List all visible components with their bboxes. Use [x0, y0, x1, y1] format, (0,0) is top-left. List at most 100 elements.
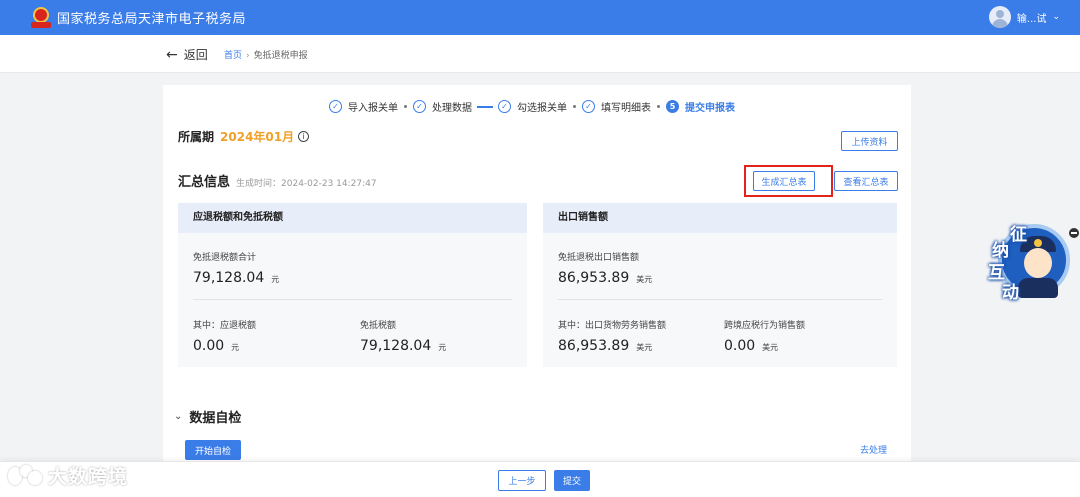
breadcrumb: 首页 › 免抵退税申报	[224, 48, 308, 61]
user-menu[interactable]: 输...试 ⌄	[988, 6, 1060, 28]
mascot-char: 动	[1002, 283, 1019, 303]
minimize-icon[interactable]	[1069, 228, 1079, 238]
chevron-down-icon: ⌄	[174, 411, 183, 422]
item-label: 其中：应退税额	[193, 321, 257, 331]
total-refund-item: 免抵退税额合计 79,128.04 元	[193, 250, 279, 286]
cross-border-item: 跨境应税行为销售额 0.00 美元	[724, 318, 805, 354]
watermark-logo-icon	[8, 463, 44, 489]
exempt-item: 免抵税额 79,128.04 元	[360, 318, 446, 354]
item-amount: 86,953.89 美元	[558, 270, 652, 286]
summary-title: 汇总信息	[178, 175, 231, 190]
period-label: 所属期	[178, 130, 215, 144]
refund-item: 其中：应退税额 0.00 元	[193, 318, 256, 354]
breadcrumb-separator: ›	[246, 51, 250, 61]
progress-steps: ✓ 导入报关单 ✓ 处理数据 ✓ 勾选报关单 ✓ 填写明细表 5 提交申报表	[329, 99, 735, 114]
top-bar: 国家税务总局天津市电子税务局 输...试 ⌄	[0, 0, 1080, 35]
go-handle-link[interactable]: 去处理	[860, 443, 887, 456]
amount-unit: 元	[271, 275, 280, 284]
check-circle-icon: ✓	[329, 100, 342, 113]
item-label: 免抵税额	[360, 321, 397, 331]
period-info: 所属期 2024年01月 i	[178, 128, 310, 145]
amount-value: 0.00	[724, 338, 756, 354]
tax-emblem-logo	[31, 6, 51, 30]
refund-panel: 应退税额和免抵税额 免抵退税额合计 79,128.04 元 其中：应退税额 0.0…	[178, 203, 527, 367]
chevron-down-icon: ⌄	[1052, 12, 1060, 22]
amount-unit: 美元	[762, 343, 779, 352]
back-label: 返回	[183, 48, 208, 62]
item-label: 免抵退税出口销售额	[558, 253, 640, 263]
step-label: 填写明细表	[601, 103, 651, 114]
item-amount: 86,953.89 美元	[558, 338, 666, 354]
breadcrumb-home[interactable]: 首页	[224, 51, 242, 61]
mascot-badge	[1034, 239, 1042, 247]
start-check-button[interactable]: 开始自检	[185, 440, 241, 460]
step-separator	[657, 105, 660, 108]
item-label: 免抵退税额合计	[193, 253, 257, 263]
item-label: 跨境应税行为销售额	[724, 321, 806, 331]
back-button[interactable]: ← 返回	[166, 46, 208, 63]
panel-title: 出口销售额	[543, 203, 897, 233]
step-process: ✓ 处理数据	[413, 99, 472, 114]
period-value: 2024年01月	[220, 130, 295, 144]
bottom-action-bar: 上一步 提交	[0, 461, 1080, 497]
total-sales-item: 免抵退税出口销售额 86,953.89 美元	[558, 250, 652, 286]
amount-unit: 元	[231, 343, 240, 352]
step-separator	[404, 105, 407, 108]
step-import: ✓ 导入报关单	[329, 99, 398, 114]
summary-header: 汇总信息 生成时间：2024-02-23 14:27:47	[178, 171, 377, 190]
step-select: ✓ 勾选报关单	[498, 99, 567, 114]
step-submit: 5 提交申报表	[666, 99, 735, 114]
watermark-text: 大数跨境	[48, 466, 129, 488]
selfcheck-title: 数据自检	[189, 411, 242, 426]
amount-unit: 元	[438, 343, 447, 352]
amount-value: 86,953.89	[558, 270, 630, 286]
mascot-body	[1018, 278, 1058, 298]
amount-value: 79,128.04	[193, 270, 265, 286]
divider	[558, 299, 882, 300]
check-circle-icon: ✓	[582, 100, 595, 113]
item-label: 其中：出口货物劳务销售额	[558, 321, 667, 331]
goods-sales-item: 其中：出口货物劳务销售额 86,953.89 美元	[558, 318, 666, 354]
amount-value: 79,128.04	[360, 338, 432, 354]
user-name: 输...试	[1016, 13, 1047, 25]
step-detail: ✓ 填写明细表	[582, 99, 651, 114]
amount-unit: 美元	[636, 343, 653, 352]
interaction-mascot-widget[interactable]: 征 纳 互 动	[982, 220, 1072, 308]
generate-summary-button[interactable]: 生成汇总表	[753, 171, 815, 191]
step-label: 勾选报关单	[517, 103, 567, 114]
step-number-badge: 5	[666, 100, 679, 113]
amount-value: 86,953.89	[558, 338, 630, 354]
prev-step-button[interactable]: 上一步	[498, 470, 546, 491]
step-label: 导入报关单	[348, 103, 398, 114]
item-amount: 79,128.04 元	[193, 270, 279, 286]
main-card: ✓ 导入报关单 ✓ 处理数据 ✓ 勾选报关单 ✓ 填写明细表 5 提交申报表 所…	[163, 85, 911, 465]
mascot-face	[1024, 248, 1052, 278]
item-amount: 79,128.04 元	[360, 338, 446, 354]
summary-time: 生成时间：2024-02-23 14:27:47	[236, 179, 377, 189]
amount-value: 0.00	[193, 338, 225, 354]
step-label: 处理数据	[432, 103, 472, 114]
user-avatar-icon	[988, 6, 1011, 28]
selfcheck-header[interactable]: ⌄ 数据自检	[174, 407, 241, 426]
divider	[193, 299, 512, 300]
info-icon[interactable]: i	[298, 131, 310, 142]
item-amount: 0.00 元	[193, 338, 256, 354]
view-summary-button[interactable]: 查看汇总表	[834, 171, 898, 191]
arrow-left-icon: ←	[166, 46, 178, 63]
step-connector	[477, 105, 493, 108]
step-label: 提交申报表	[685, 103, 735, 114]
panel-title: 应退税额和免抵税额	[178, 203, 527, 233]
item-amount: 0.00 美元	[724, 338, 805, 354]
breadcrumb-current: 免抵退税申报	[253, 51, 308, 61]
check-circle-icon: ✓	[413, 100, 426, 113]
submit-button[interactable]: 提交	[554, 470, 590, 491]
upload-button[interactable]: 上传资料	[841, 131, 898, 151]
watermark: 大数跨境	[8, 462, 128, 489]
amount-unit: 美元	[636, 275, 653, 284]
nav-bar: ← 返回 首页 › 免抵退税申报	[0, 35, 1080, 73]
check-circle-icon: ✓	[498, 100, 511, 113]
step-separator	[573, 105, 576, 108]
site-title: 国家税务总局天津市电子税务局	[57, 12, 247, 27]
export-sales-panel: 出口销售额 免抵退税出口销售额 86,953.89 美元 其中：出口货物劳务销售额…	[543, 203, 897, 367]
mascot-char: 征	[1010, 225, 1027, 245]
